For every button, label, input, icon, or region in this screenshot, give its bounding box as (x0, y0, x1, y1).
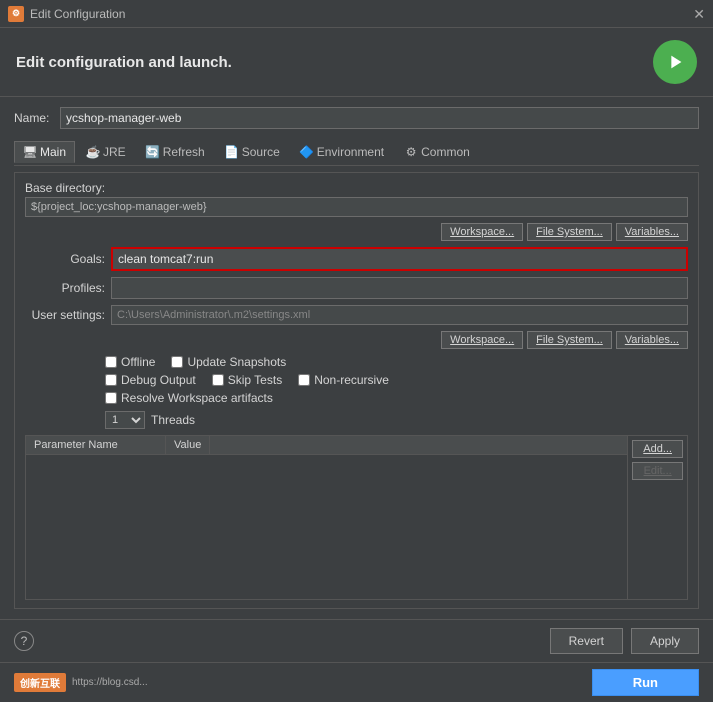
checkbox-row-2: Debug Output Skip Tests Non-recursive (105, 373, 688, 387)
tab-refresh-label: Refresh (163, 145, 205, 159)
table-header: Parameter Name Value (26, 436, 627, 455)
watermark-brand: 创新互联 (14, 673, 66, 692)
variables-btn-2[interactable]: Variables... (616, 331, 688, 349)
profiles-label: Profiles: (25, 281, 105, 295)
go-button[interactable] (653, 40, 697, 84)
help-button[interactable]: ? (14, 631, 34, 651)
refresh-tab-icon: 🔄 (146, 145, 160, 159)
skip-tests-label: Skip Tests (228, 373, 282, 387)
base-dir-label: Base directory: (25, 181, 688, 195)
tab-main-label: Main (40, 145, 66, 159)
workspace-btn-1[interactable]: Workspace... (441, 223, 523, 241)
dialog-header: Edit configuration and launch. (0, 28, 713, 97)
tab-jre-label: JRE (103, 145, 126, 159)
main-tab-icon: 🖥 (23, 145, 37, 159)
checkboxes-section: Offline Update Snapshots Debug Output Sk… (25, 355, 688, 405)
dialog-title: Edit configuration and launch. (16, 54, 232, 71)
name-label: Name: (14, 111, 54, 125)
goals-label: Goals: (25, 252, 105, 266)
threads-select[interactable]: 1 2 4 (105, 411, 145, 429)
checkbox-row-1: Offline Update Snapshots (105, 355, 688, 369)
dialog-content: Name: 🖥 Main ☕ JRE 🔄 Refresh 📄 Source � (0, 97, 713, 619)
base-dir-section: Base directory: (25, 181, 688, 217)
edit-btn[interactable]: Edit... (632, 462, 683, 480)
title-bar: ⚙ Edit Configuration ✕ (0, 0, 713, 28)
tab-common-label: Common (421, 145, 470, 159)
col-param-name: Parameter Name (26, 436, 166, 454)
common-tab-icon: ⚙ (404, 145, 418, 159)
file-system-btn-2[interactable]: File System... (527, 331, 612, 349)
col-value: Value (166, 436, 210, 454)
update-snapshots-checkbox[interactable] (171, 356, 183, 368)
goals-input[interactable] (111, 247, 688, 271)
checkbox-row-3: Resolve Workspace artifacts (105, 391, 688, 405)
jre-tab-icon: ☕ (86, 145, 100, 159)
run-bar: 创新互联 https://blog.csd... Run (0, 662, 713, 702)
user-settings-row: User settings: (25, 305, 688, 325)
tabs-bar: 🖥 Main ☕ JRE 🔄 Refresh 📄 Source 🔷 Enviro… (14, 139, 699, 166)
main-panel: Base directory: Workspace... File System… (14, 172, 699, 609)
revert-button[interactable]: Revert (550, 628, 623, 654)
update-snapshots-checkbox-label[interactable]: Update Snapshots (171, 355, 286, 369)
bottom-right: Revert Apply (550, 628, 699, 654)
close-button[interactable]: ✕ (693, 7, 705, 21)
resolve-workspace-checkbox[interactable] (105, 392, 117, 404)
tab-environment-label: Environment (317, 145, 384, 159)
btn-row-1: Workspace... File System... Variables... (25, 223, 688, 241)
user-settings-label: User settings: (25, 308, 105, 322)
table-main: Parameter Name Value (26, 436, 627, 599)
skip-tests-checkbox-label[interactable]: Skip Tests (212, 373, 282, 387)
variables-btn-1[interactable]: Variables... (616, 223, 688, 241)
threads-row: 1 2 4 Threads (25, 411, 688, 429)
apply-button[interactable]: Apply (631, 628, 699, 654)
non-recursive-checkbox[interactable] (298, 374, 310, 386)
resolve-workspace-label: Resolve Workspace artifacts (121, 391, 273, 405)
btn-row-2: Workspace... File System... Variables... (25, 331, 688, 349)
table-side-buttons: Add... Edit... (627, 436, 687, 599)
name-input[interactable] (60, 107, 699, 129)
source-tab-icon: 📄 (225, 145, 239, 159)
threads-label: Threads (151, 413, 195, 427)
profiles-row: Profiles: (25, 277, 688, 299)
dialog-bottom: ? Revert Apply (0, 619, 713, 662)
app-icon: ⚙ (8, 6, 24, 22)
debug-output-label: Debug Output (121, 373, 196, 387)
debug-output-checkbox[interactable] (105, 374, 117, 386)
watermark-url: https://blog.csd... (72, 677, 148, 688)
file-system-btn-1[interactable]: File System... (527, 223, 612, 241)
tab-source[interactable]: 📄 Source (216, 141, 289, 163)
dialog: Edit configuration and launch. Name: 🖥 M… (0, 28, 713, 702)
update-snapshots-label: Update Snapshots (187, 355, 286, 369)
debug-output-checkbox-label[interactable]: Debug Output (105, 373, 196, 387)
title-bar-text: Edit Configuration (30, 7, 693, 21)
user-settings-input[interactable] (111, 305, 688, 325)
profiles-input[interactable] (111, 277, 688, 299)
name-row: Name: (14, 107, 699, 129)
tab-refresh[interactable]: 🔄 Refresh (137, 141, 214, 163)
goals-row: Goals: (25, 247, 688, 271)
base-dir-input[interactable] (25, 197, 688, 217)
bottom-left: ? (14, 631, 34, 651)
skip-tests-checkbox[interactable] (212, 374, 224, 386)
tab-common[interactable]: ⚙ Common (395, 141, 479, 163)
environment-tab-icon: 🔷 (300, 145, 314, 159)
offline-label: Offline (121, 355, 155, 369)
offline-checkbox[interactable] (105, 356, 117, 368)
tab-environment[interactable]: 🔷 Environment (291, 141, 393, 163)
tab-jre[interactable]: ☕ JRE (77, 141, 135, 163)
watermark: 创新互联 https://blog.csd... (14, 673, 148, 692)
non-recursive-checkbox-label[interactable]: Non-recursive (298, 373, 389, 387)
run-button[interactable]: Run (592, 669, 699, 696)
resolve-workspace-checkbox-label[interactable]: Resolve Workspace artifacts (105, 391, 273, 405)
tab-source-label: Source (242, 145, 280, 159)
table-body[interactable] (26, 455, 627, 515)
add-btn[interactable]: Add... (632, 440, 683, 458)
tab-main[interactable]: 🖥 Main (14, 141, 75, 163)
workspace-btn-2[interactable]: Workspace... (441, 331, 523, 349)
offline-checkbox-label[interactable]: Offline (105, 355, 155, 369)
non-recursive-label: Non-recursive (314, 373, 389, 387)
param-table: Parameter Name Value Add... Edit... (25, 435, 688, 600)
